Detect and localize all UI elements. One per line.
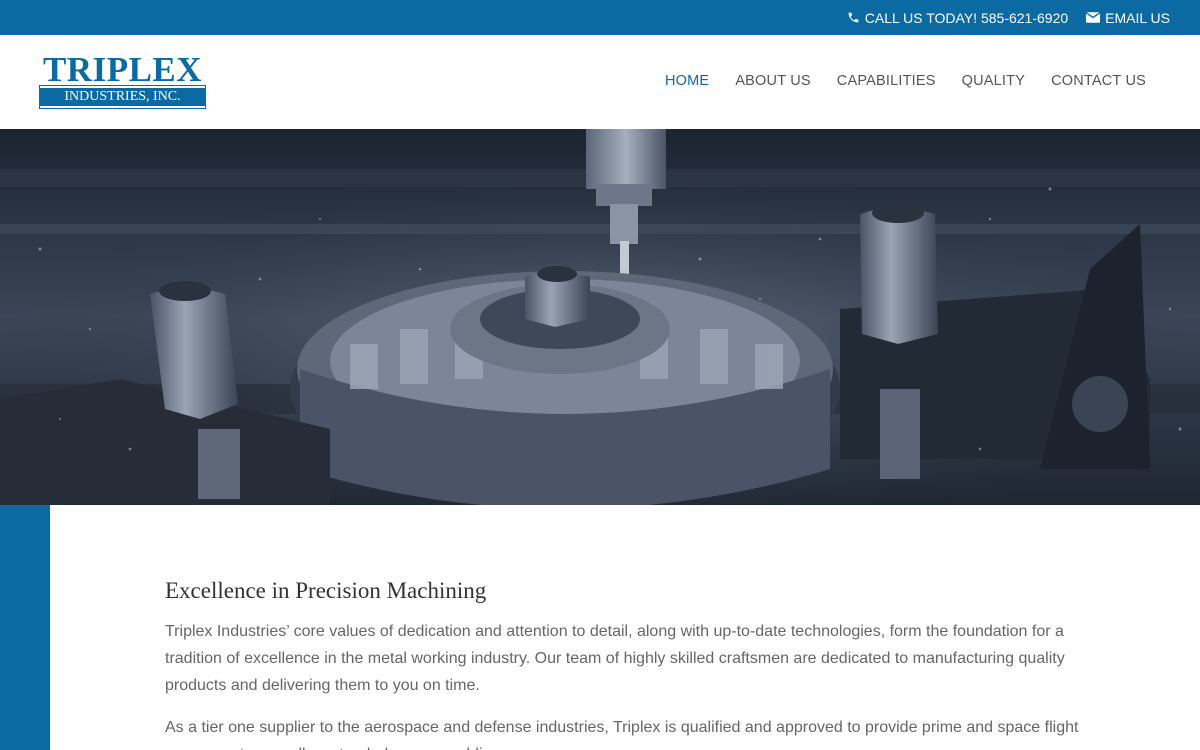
intro-paragraph-1: Triplex Industries’ core values of dedic… <box>165 623 1065 694</box>
machining-illustration <box>0 129 1200 505</box>
page-heading: Excellence in Precision Machining <box>165 578 487 603</box>
envelope-icon <box>1086 12 1101 23</box>
nav-item-contact-us[interactable]: CONTACT US <box>1051 73 1146 89</box>
call-us-label: CALL US TODAY! 585-621-6920 <box>864 9 1069 26</box>
nav-item-quality[interactable]: QUALITY <box>962 73 1025 89</box>
logo-name: TRIPLEX <box>42 50 203 89</box>
logo-subtitle: INDUSTRIES, INC. <box>39 85 206 109</box>
hero-image <box>0 129 1200 505</box>
phone-icon <box>848 12 859 23</box>
call-us-link[interactable]: CALL US TODAY! 585-621-6920 <box>847 10 1068 26</box>
triplex-logo[interactable]: TRIPLEX INDUSTRIES, INC. <box>39 50 206 110</box>
nav-item-capabilities[interactable]: CAPABILITIES <box>837 73 936 89</box>
side-accent-bar <box>0 505 50 750</box>
intro-section: Excellence in Precision Machining Triple… <box>165 578 1095 750</box>
nav-item-about-us[interactable]: ABOUT US <box>735 73 810 89</box>
nav-item-home[interactable]: HOME <box>665 73 709 89</box>
email-us-link[interactable]: EMAIL US <box>1086 10 1170 26</box>
email-us-label: EMAIL US <box>1105 9 1170 26</box>
top-bar: CALL US TODAY! 585-621-6920 EMAIL US <box>0 0 1200 35</box>
main-nav: HOME ABOUT US CAPABILITIES QUALITY CONTA… <box>665 73 1146 89</box>
intro-paragraph-2: As a tier one supplier to the aerospace … <box>165 719 1079 750</box>
site-header: TRIPLEX INDUSTRIES, INC. HOME ABOUT US C… <box>0 35 1200 129</box>
